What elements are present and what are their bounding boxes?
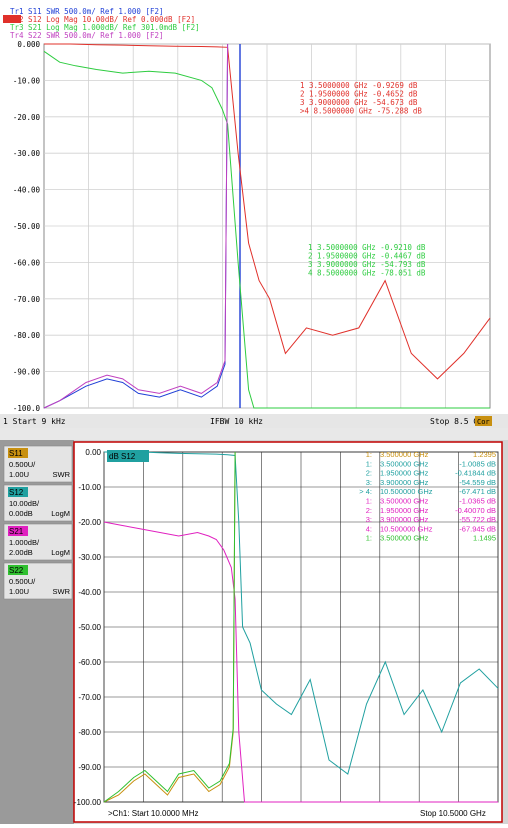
top-y-tick-label: -70.00 bbox=[13, 295, 41, 304]
bottom-marker-value: -0.41844 dB bbox=[455, 469, 496, 478]
bottom-y-tick-label: -10.00 bbox=[78, 483, 101, 492]
bottom-tag-label: dB S12 bbox=[109, 452, 136, 461]
legend-trace-name: S12 bbox=[9, 488, 24, 497]
bottom-marker-index: 1: bbox=[366, 534, 372, 543]
legend-scale: 0.500U/ bbox=[9, 577, 36, 586]
legend-ref: 1.00U bbox=[9, 587, 29, 596]
bottom-marker-freq: 10.500000 GHz bbox=[380, 487, 433, 496]
bottom-marker-index: 2: bbox=[366, 506, 372, 515]
legend-format: LogM bbox=[51, 509, 70, 518]
bottom-marker-index: 4: bbox=[366, 524, 372, 533]
bottom-y-tick-label: 0.00 bbox=[85, 448, 101, 457]
top-marker-red-row: >4 8.5000000 GHz -75.288 dB bbox=[300, 107, 422, 116]
bottom-y-tick-label: -50.00 bbox=[78, 623, 101, 632]
bottom-y-tick-label: -70.00 bbox=[78, 693, 101, 702]
top-marker-green-row: 4 8.5000000 GHz -78.051 dB bbox=[308, 269, 426, 278]
bottom-marker-value: -67.945 dB bbox=[459, 524, 496, 533]
top-chart-svg: Tr1 S11 SWR 500.0m/ Ref 1.000 [F2]Tr2 S1… bbox=[0, 0, 508, 428]
legend-scale: 1.000dB/ bbox=[9, 538, 40, 547]
panel-separator bbox=[0, 428, 508, 440]
bottom-marker-value: -1.0085 dB bbox=[459, 459, 496, 468]
bottom-marker-freq: 1.950000 GHz bbox=[380, 469, 429, 478]
top-y-tick-label: -20.00 bbox=[13, 113, 41, 122]
legend-ref: 2.00dB bbox=[9, 548, 33, 557]
bottom-y-tick-label: -40.00 bbox=[78, 588, 101, 597]
top-y-tick-label: 0.000 bbox=[17, 40, 40, 49]
bottom-marker-value: -67.471 dB bbox=[459, 487, 496, 496]
bottom-y-tick-label: -20.00 bbox=[78, 518, 101, 527]
bottom-chart-svg: S11 0.500U/1.00U SWR S12 10.00dB/0.00dB LogM S… bbox=[0, 440, 508, 824]
bottom-marker-freq: 3.500000 GHz bbox=[380, 534, 429, 543]
top-y-tick-label: -60.00 bbox=[13, 258, 41, 267]
bottom-marker-value: -0.40070 dB bbox=[455, 506, 496, 515]
bottom-marker-index: 1: bbox=[366, 450, 372, 459]
bottom-marker-freq: 10.500000 GHz bbox=[380, 524, 433, 533]
legend-ref: 0.00dB bbox=[9, 509, 33, 518]
bottom-y-tick-label: -80.00 bbox=[78, 728, 101, 737]
top-y-tick-label: -30.00 bbox=[13, 149, 41, 158]
top-y-tick-label: -100.0 bbox=[13, 404, 41, 413]
bottom-marker-freq: 3.500000 GHz bbox=[380, 459, 429, 468]
top-start-label: 1 Start 9 kHz bbox=[3, 417, 66, 426]
legend-trace-name: S22 bbox=[9, 566, 24, 575]
legend-format: SWR bbox=[53, 470, 71, 479]
bottom-marker-index: 1: bbox=[366, 497, 372, 506]
bottom-marker-index: 3: bbox=[366, 515, 372, 524]
top-y-tick-label: -50.00 bbox=[13, 222, 41, 231]
top-y-tick-label: -40.00 bbox=[13, 186, 41, 195]
bottom-chart-panel: S11 0.500U/1.00U SWR S12 10.00dB/0.00dB LogM S… bbox=[0, 440, 508, 824]
bottom-marker-index: > 4: bbox=[359, 487, 372, 496]
bottom-marker-freq: 3.900000 GHz bbox=[380, 515, 429, 524]
top-chart-panel: Tr1 S11 SWR 500.0m/ Ref 1.000 [F2] Tr2 S1… bbox=[0, 0, 508, 428]
bottom-marker-freq: 3.500000 GHz bbox=[380, 450, 429, 459]
top-y-tick-label: -10.00 bbox=[13, 76, 41, 85]
bottom-y-tick-label: -30.00 bbox=[78, 553, 101, 562]
bottom-marker-freq: 3.500000 GHz bbox=[380, 497, 429, 506]
bottom-marker-value: -55.722 dB bbox=[459, 515, 496, 524]
cor-badge-label: Cor bbox=[477, 418, 490, 426]
bottom-marker-freq: 1.950000 GHz bbox=[380, 506, 429, 515]
top-ifbw-label: IFBW 10 kHz bbox=[210, 417, 263, 426]
bottom-marker-value: -1.0365 dB bbox=[459, 497, 496, 506]
top-y-tick-label: -90.00 bbox=[13, 368, 41, 377]
bottom-marker-freq: 3.900000 GHz bbox=[380, 478, 429, 487]
bottom-start-label: >Ch1: Start 10.0000 MHz bbox=[108, 809, 199, 818]
bottom-marker-value: 1.1495 bbox=[473, 534, 496, 543]
legend-trace-name: S21 bbox=[9, 527, 24, 536]
bottom-y-tick-label: -60.00 bbox=[78, 658, 101, 667]
bottom-marker-index: 3: bbox=[366, 478, 372, 487]
bottom-y-tick-label: -100.00 bbox=[74, 798, 102, 807]
bottom-marker-index: 1: bbox=[366, 459, 372, 468]
bottom-marker-value: 1.2395 bbox=[473, 450, 496, 459]
legend-ref: 1.00U bbox=[9, 470, 29, 479]
legend-format: LogM bbox=[51, 548, 70, 557]
legend-trace-name: S11 bbox=[9, 449, 23, 458]
bottom-marker-value: -54.559 dB bbox=[459, 478, 496, 487]
bottom-stop-label: Stop 10.5000 GHz bbox=[420, 809, 486, 818]
bottom-marker-index: 2: bbox=[366, 469, 372, 478]
bottom-y-tick-label: -90.00 bbox=[78, 763, 101, 772]
legend-scale: 0.500U/ bbox=[9, 460, 36, 469]
trace-header-4[interactable]: Tr4 S22 SWR 500.0m/ Ref 1.000 [F2] bbox=[10, 31, 164, 40]
legend-scale: 10.00dB/ bbox=[9, 499, 40, 508]
legend-format: SWR bbox=[53, 587, 71, 596]
top-y-tick-label: -80.00 bbox=[13, 331, 41, 340]
